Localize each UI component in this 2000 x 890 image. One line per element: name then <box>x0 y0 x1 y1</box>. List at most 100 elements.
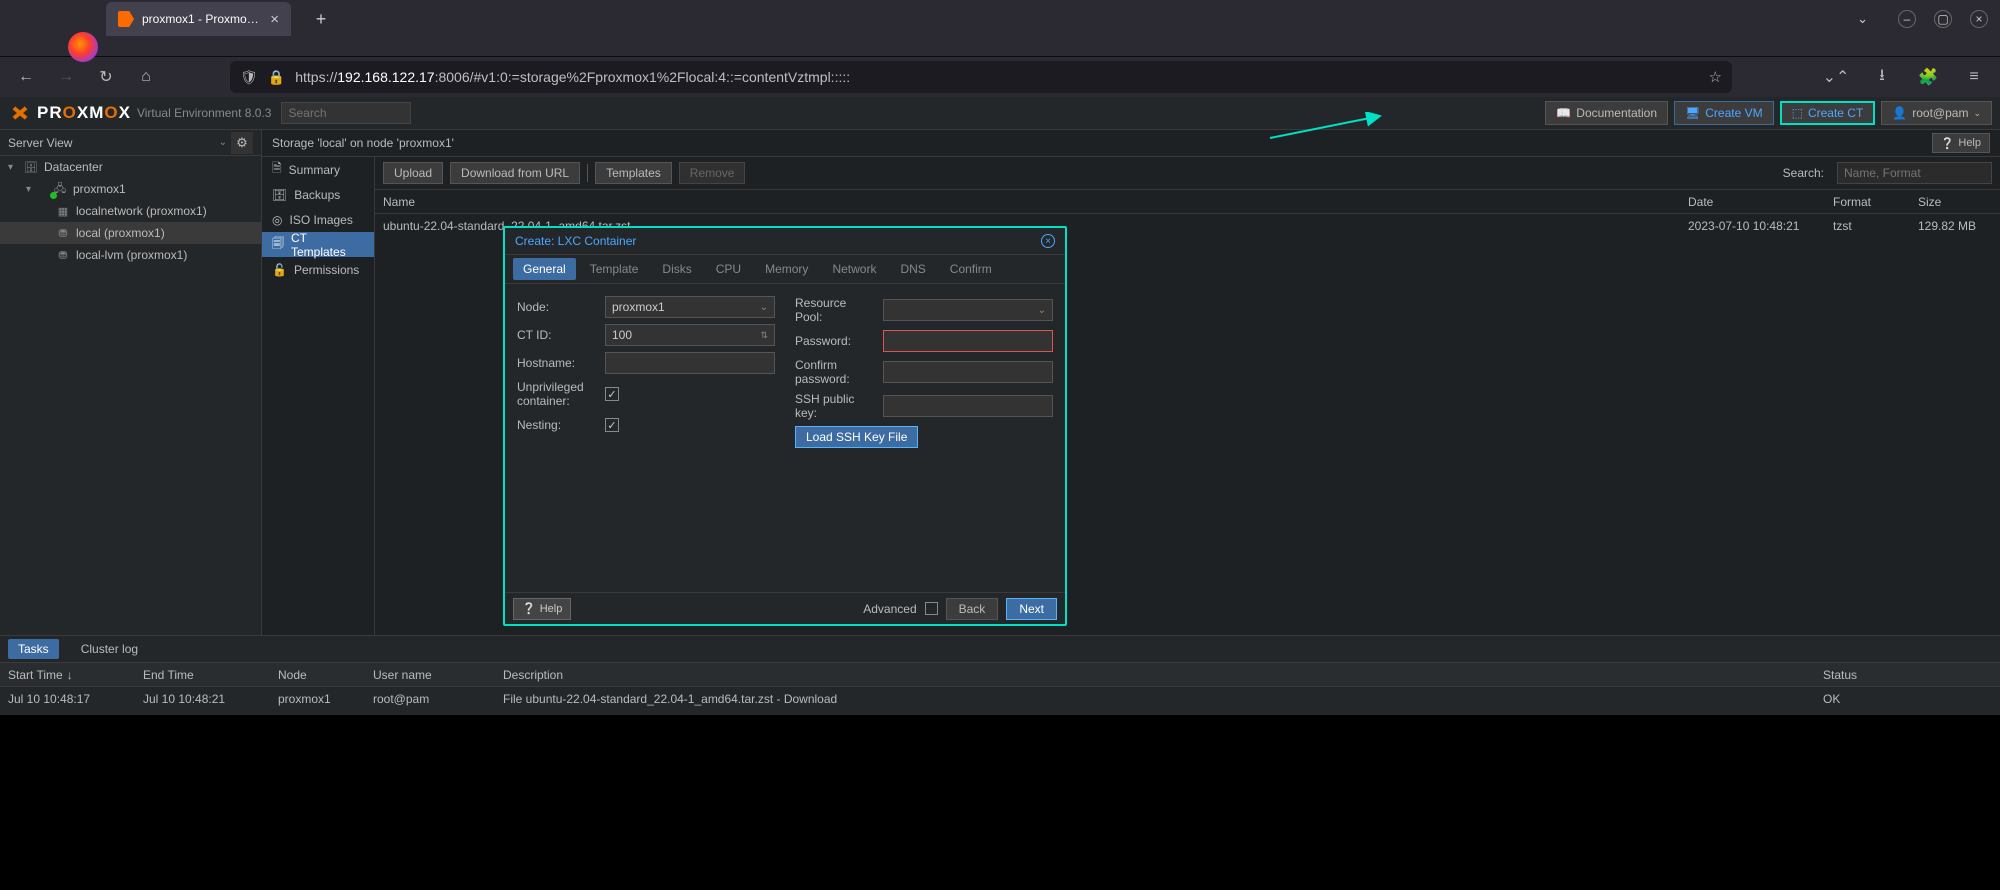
create-vm-label: Create VM <box>1705 106 1762 120</box>
modal-close-icon[interactable]: × <box>1041 234 1055 248</box>
tree-node-proxmox1[interactable]: ▾🖧proxmox1 <box>0 178 261 200</box>
documentation-button[interactable]: 📖Documentation <box>1545 101 1668 125</box>
subsidebar-summary[interactable]: 🗎Summary <box>262 157 374 182</box>
pocket-icon[interactable]: ⌄⌃ <box>1820 61 1852 93</box>
ctid-input[interactable]: 100⇅ <box>605 324 775 346</box>
reload-button[interactable]: ↻ <box>90 61 122 93</box>
chevron-down-icon: ⌄ <box>1973 108 1981 119</box>
summary-icon: 🗎 <box>272 159 282 180</box>
tab-cpu[interactable]: CPU <box>706 258 751 280</box>
user-menu-button[interactable]: 👤root@pam ⌄ <box>1881 101 1992 125</box>
tab-list-icon[interactable]: ⌄ <box>1857 11 1868 27</box>
templates-button[interactable]: Templates <box>595 162 672 184</box>
global-search-input[interactable] <box>281 102 411 124</box>
tab-memory[interactable]: Memory <box>755 258 818 280</box>
view-selector[interactable]: Server View <box>8 136 72 150</box>
tab-tasks-label: Tasks <box>18 642 49 656</box>
remove-button[interactable]: Remove <box>679 162 746 184</box>
tasks-tabs: Tasks Cluster log <box>0 636 2000 663</box>
tab-tasks[interactable]: Tasks <box>8 639 59 659</box>
spinner-icon[interactable]: ⇅ <box>760 330 768 341</box>
tab-disks[interactable]: Disks <box>652 258 701 280</box>
col-date[interactable]: Date <box>1680 195 1825 209</box>
node-select[interactable]: proxmox1⌄ <box>605 296 775 318</box>
col-start-time[interactable]: Start Time↓ <box>0 668 135 682</box>
subsidebar-backups[interactable]: 🗄Backups <box>262 182 374 207</box>
tab-confirm[interactable]: Confirm <box>940 258 1002 280</box>
cell-format: tzst <box>1825 219 1910 233</box>
home-button[interactable]: ⌂ <box>130 61 162 93</box>
tree-storage-local-lvm[interactable]: ⛃local-lvm (proxmox1) <box>0 244 261 266</box>
proxmox-version: Virtual Environment 8.0.3 <box>137 106 272 120</box>
confirm-password-input[interactable] <box>883 361 1053 383</box>
template-search-input[interactable] <box>1837 162 1992 184</box>
tab-cluster-log[interactable]: Cluster log <box>71 639 148 659</box>
minimize-icon[interactable]: – <box>1898 10 1916 28</box>
gear-icon[interactable]: ⚙ <box>231 132 253 154</box>
unprivileged-checkbox[interactable]: ✓ <box>605 387 619 401</box>
book-icon: 📖 <box>1556 106 1571 120</box>
resource-tree: ▾🗄Datacenter ▾🖧proxmox1 ▦localnetwork (p… <box>0 156 261 266</box>
ssh-key-label: SSH public key: <box>795 392 877 420</box>
col-node[interactable]: Node <box>270 668 365 682</box>
new-tab-button[interactable]: + <box>307 5 335 33</box>
field-node: Node: proxmox1⌄ <box>517 296 775 318</box>
tab-dns[interactable]: DNS <box>890 258 935 280</box>
col-description[interactable]: Description <box>495 668 1815 682</box>
close-window-icon[interactable]: × <box>1970 10 1988 28</box>
create-vm-button[interactable]: 🖥Create VM <box>1674 101 1774 125</box>
advanced-checkbox[interactable] <box>925 602 938 615</box>
tree-datacenter[interactable]: ▾🗄Datacenter <box>0 156 261 178</box>
nesting-checkbox[interactable]: ✓ <box>605 418 619 432</box>
modal-title-bar[interactable]: Create: LXC Container × <box>505 228 1065 255</box>
col-user[interactable]: User name <box>365 668 495 682</box>
tab-template[interactable]: Template <box>580 258 649 280</box>
tab-general[interactable]: General <box>513 258 576 280</box>
col-status[interactable]: Status <box>1815 668 2000 682</box>
next-button[interactable]: Next <box>1006 598 1057 620</box>
hostname-input[interactable] <box>605 352 775 374</box>
tab-network[interactable]: Network <box>822 258 886 280</box>
subsidebar-ct-templates[interactable]: 🗐CT Templates <box>262 232 374 257</box>
mtab-label: DNS <box>900 262 925 276</box>
resource-pool-select[interactable]: ⌄ <box>883 299 1053 321</box>
col-end-time[interactable]: End Time <box>135 668 270 682</box>
tree-storage-local[interactable]: ⛃local (proxmox1) <box>0 222 261 244</box>
help-button[interactable]: ❔Help <box>1932 133 1990 153</box>
tree-item-label: Datacenter <box>44 160 103 174</box>
extensions-icon[interactable]: 🧩 <box>1912 61 1944 93</box>
bookmark-star-icon[interactable]: ☆ <box>1709 68 1722 86</box>
download-url-button[interactable]: Download from URL <box>450 162 580 184</box>
tasks-header: Start Time↓ End Time Node User name Desc… <box>0 663 2000 687</box>
tree-network-local[interactable]: ▦localnetwork (proxmox1) <box>0 200 261 222</box>
subsidebar-iso[interactable]: ◎ISO Images <box>262 207 374 232</box>
mtab-label: General <box>523 262 566 276</box>
downloads-icon[interactable]: ⭳ <box>1866 61 1898 93</box>
col-size[interactable]: Size <box>1910 195 2000 209</box>
back-button[interactable]: ← <box>10 61 42 93</box>
load-ssh-key-button[interactable]: Load SSH Key File <box>795 426 918 448</box>
password-input[interactable] <box>883 330 1053 352</box>
col-name[interactable]: Name <box>375 195 1680 209</box>
url-bar[interactable]: 🛡 🔒 https://192.168.122.17:8006/#v1:0:=s… <box>230 61 1732 93</box>
create-ct-button[interactable]: ⬚Create CT <box>1780 101 1876 125</box>
browser-tab[interactable]: proxmox1 - Proxmox Virt × <box>106 2 291 36</box>
task-row[interactable]: Jul 10 10:48:17 Jul 10 10:48:21 proxmox1… <box>0 687 2000 711</box>
subsidebar-permissions[interactable]: 🔓Permissions <box>262 257 374 282</box>
user-icon: 👤 <box>1892 106 1907 120</box>
forward-button[interactable]: → <box>50 61 82 93</box>
proxmox-logotext: PROXMOX <box>37 103 131 123</box>
subsidebar-label: CT Templates <box>291 231 364 259</box>
modal-help-button[interactable]: ❔Help <box>513 598 571 620</box>
node-value: proxmox1 <box>612 300 665 314</box>
ssh-key-input[interactable] <box>883 395 1053 417</box>
col-format[interactable]: Format <box>1825 195 1910 209</box>
back-button[interactable]: Back <box>946 598 999 620</box>
menu-icon[interactable]: ≡ <box>1958 61 1990 93</box>
close-tab-icon[interactable]: × <box>270 11 279 28</box>
maximize-icon[interactable]: ▢ <box>1934 10 1952 28</box>
chevron-down-icon[interactable]: ⌄ <box>219 137 227 148</box>
form-right-column: Resource Pool: ⌄ Password: Confirm passw… <box>795 296 1053 580</box>
upload-button[interactable]: Upload <box>383 162 443 184</box>
mtab-label: Memory <box>765 262 808 276</box>
